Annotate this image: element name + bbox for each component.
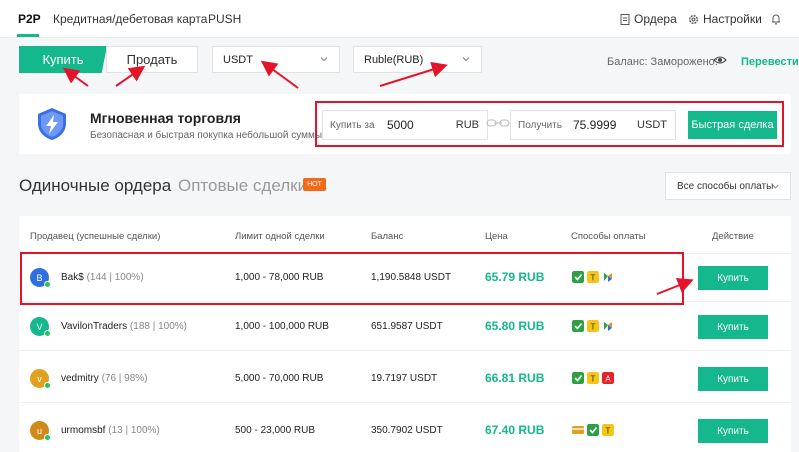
buy-button[interactable]: Купить bbox=[698, 419, 768, 443]
seller-balance: 350.7902 USDT bbox=[371, 425, 443, 436]
avatar: u bbox=[30, 421, 51, 441]
seller-stats: (13 | 100%) bbox=[108, 425, 160, 436]
quick-trade-subtitle: Безопасная и быстрая покупка небольшой с… bbox=[90, 130, 323, 141]
online-dot bbox=[44, 330, 51, 337]
payment-filter-value: Все способы оплаты bbox=[677, 180, 774, 192]
sberbank-icon bbox=[572, 320, 584, 332]
svg-text:T: T bbox=[591, 323, 596, 332]
eye-icon[interactable] bbox=[713, 54, 727, 66]
payment-methods: T bbox=[572, 424, 614, 436]
buy-button[interactable]: Купить bbox=[698, 266, 768, 290]
trade-limit: 500 - 23,000 RUB bbox=[235, 425, 316, 436]
tinkoff-icon: T bbox=[587, 320, 599, 332]
col-price: Цена bbox=[485, 231, 508, 242]
seller-stats: (76 | 98%) bbox=[101, 373, 148, 384]
tinkoff-icon: T bbox=[587, 372, 599, 384]
sbp-icon bbox=[604, 322, 612, 331]
col-limit: Лимит одной сделки bbox=[235, 231, 325, 242]
document-icon bbox=[620, 13, 630, 25]
quick-trade-title: Мгновенная торговля bbox=[90, 110, 241, 126]
svg-text:T: T bbox=[606, 427, 611, 436]
table-row[interactable]: V VavilonTraders (188 | 100%) 1,000 - 10… bbox=[19, 303, 791, 351]
price: 65.80 RUB bbox=[485, 319, 545, 333]
sberbank-icon bbox=[587, 424, 599, 436]
table-row[interactable]: u urmomsbf (13 | 100%) 500 - 23,000 RUB … bbox=[19, 407, 791, 452]
table-header: Продавец (успешные сделки) Лимит одной с… bbox=[19, 216, 791, 254]
crypto-select-value: USDT bbox=[223, 53, 253, 66]
nav-push[interactable]: PUSH bbox=[208, 12, 241, 26]
crypto-select[interactable]: USDT bbox=[212, 46, 340, 73]
bulk-deals-tab[interactable]: Оптовые сделки bbox=[178, 176, 307, 196]
seller-name[interactable]: urmomsbf (13 | 100%) bbox=[61, 425, 160, 436]
tinkoff-icon: T bbox=[602, 424, 614, 436]
buy-button[interactable]: Купить bbox=[698, 315, 768, 339]
chevron-down-icon bbox=[462, 57, 470, 62]
single-orders-title[interactable]: Одиночные ордера bbox=[19, 176, 171, 196]
hot-badge: HOT bbox=[303, 178, 326, 191]
price: 66.81 RUB bbox=[485, 371, 545, 385]
fiat-select[interactable]: Ruble(RUB) bbox=[353, 46, 482, 73]
online-dot bbox=[44, 434, 51, 441]
transfer-link[interactable]: Перевести bbox=[741, 56, 799, 68]
nav-p2p[interactable]: P2P bbox=[18, 12, 41, 26]
trade-limit: 5,000 - 70,000 RUB bbox=[235, 373, 324, 384]
settings-label: Настройки bbox=[703, 12, 762, 26]
col-seller: Продавец (успешные сделки) bbox=[30, 231, 161, 242]
sberbank-icon bbox=[572, 372, 584, 384]
payment-methods: T bbox=[572, 320, 614, 332]
top-navigation: P2P Кредитная/дебетовая карта PUSH Ордер… bbox=[0, 0, 799, 38]
payment-method-filter[interactable]: Все способы оплаты bbox=[665, 172, 791, 200]
avatar: V bbox=[30, 317, 51, 337]
svg-text:T: T bbox=[591, 375, 596, 384]
nav-active-indicator bbox=[17, 34, 39, 37]
seller-name-text: urmomsbf bbox=[61, 425, 106, 436]
col-payment: Способы оплаты bbox=[571, 231, 646, 242]
seller-name[interactable]: vedmitry (76 | 98%) bbox=[61, 373, 148, 384]
settings-link[interactable]: Настройки bbox=[688, 12, 762, 26]
seller-name-text: vedmitry bbox=[61, 373, 99, 384]
buy-tab-button[interactable]: Купить bbox=[19, 46, 107, 73]
avatar-initial: u bbox=[36, 425, 42, 436]
seller-stats: (188 | 100%) bbox=[129, 321, 187, 332]
avatar-initial: V bbox=[36, 321, 43, 332]
seller-balance: 651.9587 USDT bbox=[371, 321, 443, 332]
gear-icon bbox=[689, 14, 698, 24]
nav-card[interactable]: Кредитная/дебетовая карта bbox=[53, 12, 207, 26]
price: 67.40 RUB bbox=[485, 423, 545, 437]
col-balance: Баланс bbox=[371, 231, 404, 242]
seller-name-text: VavilonTraders bbox=[61, 321, 128, 332]
annotation-box-row bbox=[20, 252, 684, 305]
svg-text:A: A bbox=[605, 375, 611, 384]
online-dot bbox=[44, 382, 51, 389]
balance-label: Баланс: Заморожено: bbox=[607, 56, 718, 68]
bank-card-icon bbox=[572, 426, 584, 434]
sell-tab-button[interactable]: Продать bbox=[106, 46, 198, 73]
seller-name[interactable]: VavilonTraders (188 | 100%) bbox=[61, 321, 187, 332]
table-row[interactable]: v vedmitry (76 | 98%) 5,000 - 70,000 RUB… bbox=[19, 355, 791, 403]
orders-link[interactable]: Ордера bbox=[620, 12, 677, 26]
buy-button[interactable]: Купить bbox=[698, 367, 768, 391]
orders-label: Ордера bbox=[634, 12, 677, 26]
trade-limit: 1,000 - 100,000 RUB bbox=[235, 321, 329, 332]
seller-balance: 19.7197 USDT bbox=[371, 373, 438, 384]
avatar-initial: v bbox=[37, 373, 42, 384]
chevron-down-icon bbox=[320, 57, 328, 62]
payment-methods: T A bbox=[572, 372, 614, 384]
lightning-shield-icon bbox=[38, 108, 66, 140]
chevron-down-icon bbox=[772, 184, 779, 189]
col-action: Действие bbox=[712, 231, 754, 242]
alfa-bank-icon: A bbox=[602, 372, 614, 384]
fiat-select-value: Ruble(RUB) bbox=[364, 53, 424, 66]
annotation-box-quick bbox=[315, 101, 784, 147]
avatar: v bbox=[30, 369, 51, 389]
bell-icon[interactable] bbox=[771, 13, 781, 25]
